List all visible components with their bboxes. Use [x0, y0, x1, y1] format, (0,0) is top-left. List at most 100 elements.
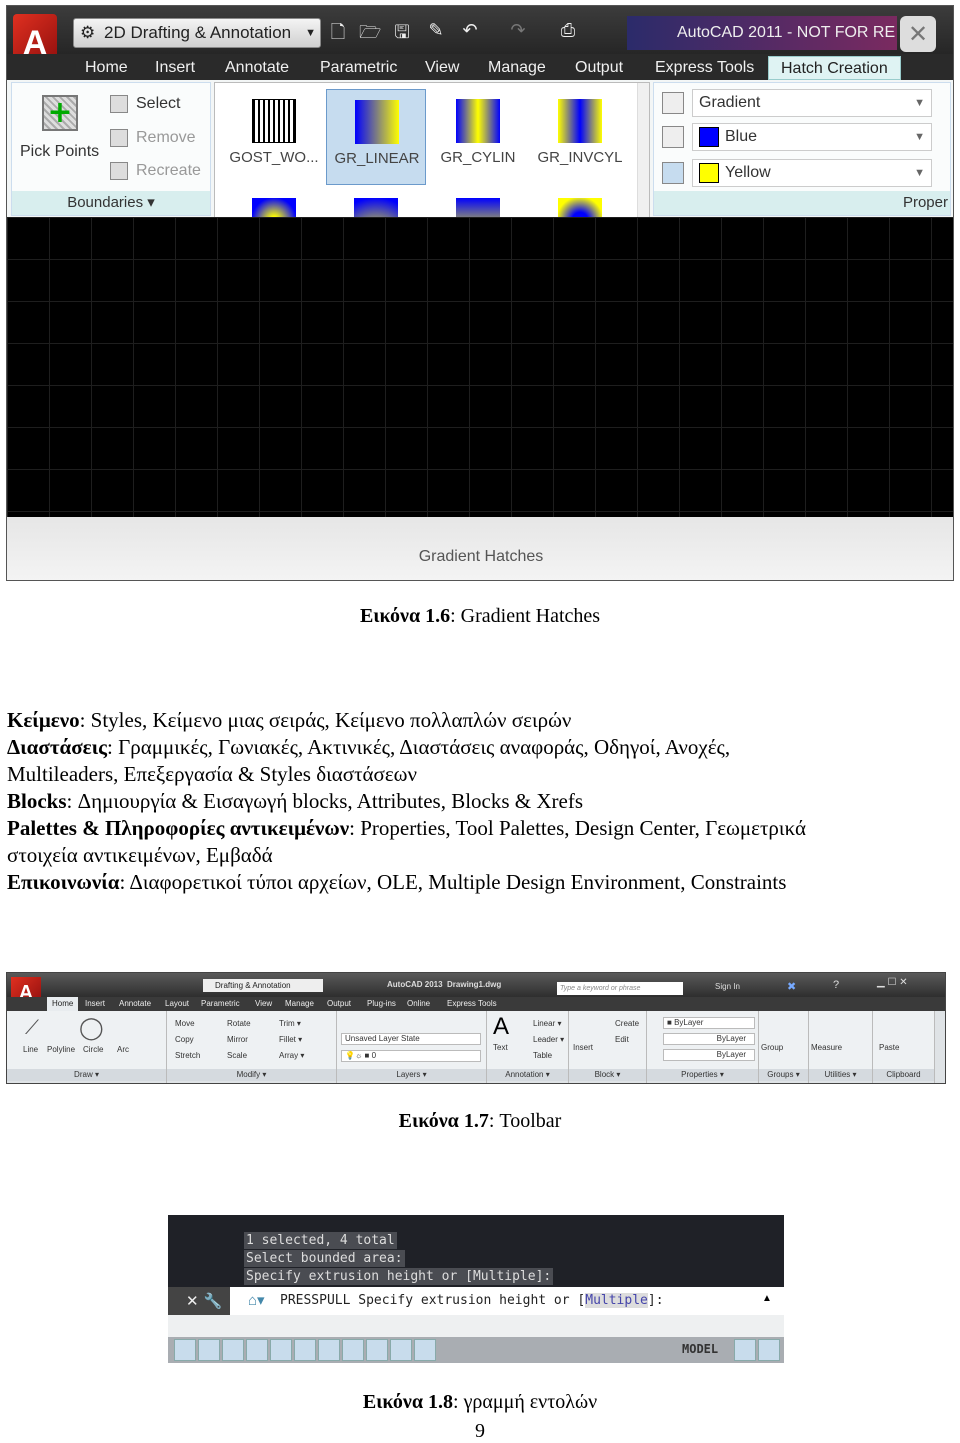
stretch-tool[interactable]: Stretch: [175, 1051, 200, 1060]
move-tool[interactable]: Move: [175, 1019, 195, 1028]
linear-tool[interactable]: Linear ▾: [533, 1019, 561, 1028]
save-as-icon[interactable]: ✎: [425, 20, 447, 44]
osnap-toggle-icon[interactable]: [270, 1339, 292, 1361]
lineweight-dropdown[interactable]: ByLayer: [663, 1049, 755, 1061]
lineweight-toggle-icon[interactable]: [366, 1339, 388, 1361]
copy-tool[interactable]: Copy: [175, 1035, 194, 1044]
leader-tool[interactable]: Leader ▾: [533, 1035, 564, 1044]
layer-state-dropdown[interactable]: Unsaved Layer State: [341, 1033, 481, 1045]
tab-manage[interactable]: Manage: [488, 56, 546, 80]
fillet-tool[interactable]: Fillet ▾: [279, 1035, 302, 1044]
insert-tool[interactable]: Insert: [573, 1043, 593, 1052]
measure-tool[interactable]: Measure: [811, 1043, 842, 1052]
command-icon[interactable]: ⌂▾: [248, 1291, 265, 1310]
tab-plug-ins[interactable]: Plug-ins: [367, 997, 396, 1011]
tab-output[interactable]: Output: [327, 997, 351, 1011]
tab-annotate[interactable]: Annotate: [119, 997, 151, 1011]
edit-tool[interactable]: Edit: [615, 1035, 629, 1044]
ortho-toggle-icon[interactable]: [222, 1339, 244, 1361]
hatch-type-dropdown[interactable]: Gradient ▼: [692, 89, 932, 117]
help-icon[interactable]: ?: [833, 979, 839, 991]
block-panel-label[interactable]: Block ▾: [569, 1069, 646, 1081]
remove-button[interactable]: Remove: [110, 129, 196, 147]
tab-hatch-creation[interactable]: Hatch Creation: [768, 56, 901, 80]
recreate-button[interactable]: Recreate: [110, 162, 201, 180]
close-icon[interactable]: ✕ 🔧: [168, 1287, 230, 1315]
scale-tool[interactable]: Scale: [227, 1051, 247, 1060]
text-tool[interactable]: Text: [493, 1043, 508, 1052]
tab-manage[interactable]: Manage: [285, 997, 314, 1011]
linetype-dropdown[interactable]: ByLayer: [663, 1033, 755, 1045]
groups-panel-label[interactable]: Groups ▾: [759, 1069, 808, 1081]
arc-tool[interactable]: Arc: [117, 1045, 129, 1054]
tab-insert[interactable]: Insert: [155, 56, 195, 80]
annotation-panel-label[interactable]: Annotation ▾: [487, 1069, 568, 1081]
gallery-item-gr-invcyl[interactable]: GR_INVCYL: [530, 89, 630, 185]
gradient-color1-dropdown[interactable]: Blue ▼: [692, 123, 932, 151]
grid-toggle-icon[interactable]: [198, 1339, 220, 1361]
circle-tool[interactable]: Circle: [83, 1045, 103, 1054]
create-tool[interactable]: Create: [615, 1019, 639, 1028]
gallery-item-gost-wo[interactable]: GOST_WO...: [224, 89, 324, 185]
tab-express-tools[interactable]: Express Tools: [447, 997, 497, 1011]
customize-icon[interactable]: 🔧: [204, 1292, 223, 1310]
new-icon[interactable]: 🗋: [327, 20, 349, 44]
polyline-tool[interactable]: Polyline: [47, 1045, 75, 1054]
layers-panel-label[interactable]: Layers ▾: [337, 1069, 486, 1081]
drawing-canvas[interactable]: [7, 217, 953, 517]
tab-online[interactable]: Online: [407, 997, 430, 1011]
undo-icon[interactable]: ↶: [459, 20, 481, 44]
model-space-button[interactable]: MODEL: [682, 1342, 718, 1356]
paste-tool[interactable]: Paste: [879, 1043, 899, 1052]
transparency-toggle-icon[interactable]: [390, 1339, 412, 1361]
boundaries-panel-label[interactable]: Boundaries ▾: [12, 191, 210, 215]
layout-icon[interactable]: [758, 1339, 780, 1361]
layer-dropdown[interactable]: 💡☼ ■ 0: [341, 1050, 481, 1062]
color2-icon[interactable]: [662, 162, 684, 184]
workspace-dropdown[interactable]: ⚙ 2D Drafting & Annotation ▼: [73, 18, 321, 48]
tab-express-tools[interactable]: Express Tools: [655, 56, 754, 80]
search-input[interactable]: Type a keyword or phrase: [557, 982, 683, 995]
ducs-toggle-icon[interactable]: [318, 1339, 340, 1361]
snap-toggle-icon[interactable]: [174, 1339, 196, 1361]
window-controls[interactable]: ▁ ☐ ✕: [877, 977, 908, 988]
sign-in-button[interactable]: Sign In: [715, 982, 740, 991]
properties-panel-label[interactable]: Proper: [654, 191, 950, 215]
close-icon[interactable]: ✕: [900, 16, 936, 52]
tab-layout[interactable]: Layout: [165, 997, 189, 1011]
command-option-multiple[interactable]: Multiple: [585, 1293, 648, 1308]
quick-properties-toggle-icon[interactable]: [414, 1339, 436, 1361]
tab-parametric[interactable]: Parametric: [201, 997, 240, 1011]
dyn-toggle-icon[interactable]: [342, 1339, 364, 1361]
gallery-item-gr-cylin[interactable]: GR_CYLIN: [428, 89, 528, 185]
tab-output[interactable]: Output: [575, 56, 623, 80]
tab-view[interactable]: View: [425, 56, 459, 80]
group-tool[interactable]: Group: [761, 1043, 783, 1052]
print-icon[interactable]: ⎙: [557, 20, 579, 44]
history-toggle-icon[interactable]: ▲: [762, 1293, 772, 1304]
utilities-panel-label[interactable]: Utilities ▾: [809, 1069, 872, 1081]
layout-icon[interactable]: [734, 1339, 756, 1361]
trim-tool[interactable]: Trim ▾: [279, 1019, 301, 1028]
pick-points-icon[interactable]: +: [42, 95, 78, 131]
draw-panel-label[interactable]: Draw ▾: [7, 1069, 166, 1081]
clipboard-panel-label[interactable]: Clipboard: [873, 1069, 934, 1081]
modify-panel-label[interactable]: Modify ▾: [167, 1069, 336, 1081]
otrack-toggle-icon[interactable]: [294, 1339, 316, 1361]
workspace-dropdown[interactable]: Drafting & Annotation: [203, 979, 323, 992]
rotate-tool[interactable]: Rotate: [227, 1019, 251, 1028]
open-icon[interactable]: 🗁: [359, 20, 381, 44]
redo-icon[interactable]: ↷: [507, 20, 529, 44]
table-tool[interactable]: Table: [533, 1051, 552, 1060]
tab-annotate[interactable]: Annotate: [225, 56, 289, 80]
mirror-tool[interactable]: Mirror: [227, 1035, 248, 1044]
select-button[interactable]: Select: [110, 95, 180, 113]
line-tool[interactable]: Line: [23, 1045, 38, 1054]
tab-home[interactable]: Home: [47, 997, 79, 1011]
polar-toggle-icon[interactable]: [246, 1339, 268, 1361]
tab-home[interactable]: Home: [85, 56, 128, 80]
exchange-icon[interactable]: ✖: [787, 980, 796, 993]
tab-insert[interactable]: Insert: [85, 997, 105, 1011]
tab-view[interactable]: View: [255, 997, 272, 1011]
save-icon[interactable]: 🖫: [391, 20, 413, 44]
